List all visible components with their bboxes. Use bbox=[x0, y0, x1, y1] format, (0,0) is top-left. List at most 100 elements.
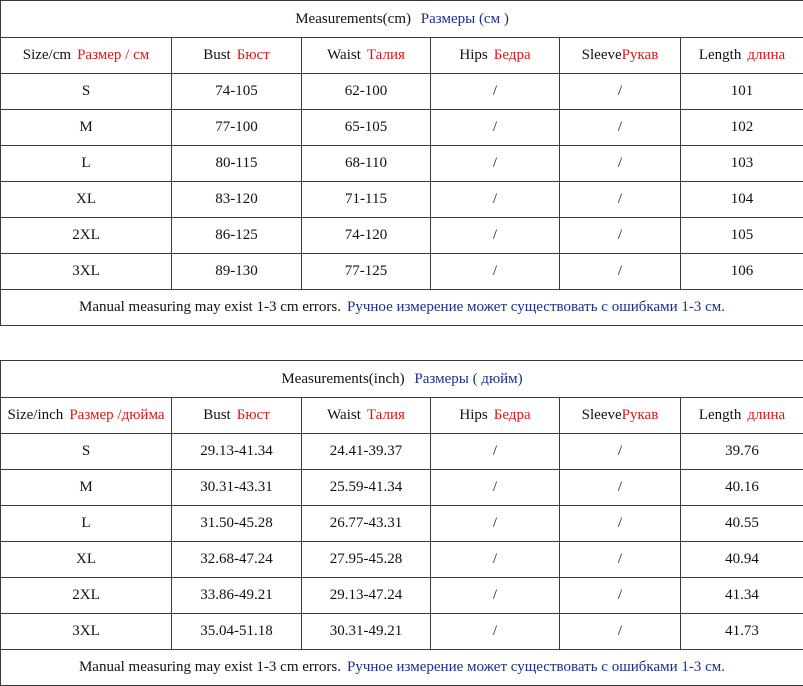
cell-length: 103 bbox=[681, 146, 803, 182]
cell-size: L bbox=[1, 146, 172, 182]
table-row: XL 83-120 71-115 / / 104 bbox=[1, 182, 803, 218]
header-hips: Hips Бедра bbox=[431, 398, 560, 434]
cell-hips: / bbox=[431, 146, 560, 182]
header-sleeve: SleeveРукав bbox=[560, 38, 681, 74]
cell-length: 101 bbox=[681, 74, 803, 110]
cell-sleeve: / bbox=[560, 614, 681, 650]
table-row: M 30.31-43.31 25.59-41.34 / / 40.16 bbox=[1, 470, 803, 506]
table-row: 3XL 89-130 77-125 / / 106 bbox=[1, 254, 803, 290]
header-russian: Талия bbox=[367, 407, 405, 423]
cell-bust: 33.86-49.21 bbox=[172, 578, 302, 614]
note-russian: Ручное измерение может существовать с ош… bbox=[347, 659, 725, 675]
header-english: Waist bbox=[327, 47, 361, 63]
cell-waist: 71-115 bbox=[302, 182, 431, 218]
cell-bust: 83-120 bbox=[172, 182, 302, 218]
cell-hips: / bbox=[431, 218, 560, 254]
header-hips: HipsБедра bbox=[431, 38, 560, 74]
cell-length: 41.73 bbox=[681, 614, 803, 650]
table-row: S 29.13-41.34 24.41-39.37 / / 39.76 bbox=[1, 434, 803, 470]
header-english: Sleeve bbox=[582, 407, 622, 423]
cell-waist: 68-110 bbox=[302, 146, 431, 182]
cell-hips: / bbox=[431, 434, 560, 470]
cell-size: L bbox=[1, 506, 172, 542]
cell-hips: / bbox=[431, 470, 560, 506]
size-table-cm: Measurements(cm) Размеры (см ) Size/cm Ра… bbox=[0, 0, 803, 326]
header-sleeve: SleeveРукав bbox=[560, 398, 681, 434]
header-russian: Размер /дюйма bbox=[69, 407, 164, 423]
cell-hips: / bbox=[431, 578, 560, 614]
cell-sleeve: / bbox=[560, 434, 681, 470]
header-row: Size/inchРазмер /дюйма BustБюст WaistТал… bbox=[1, 398, 803, 434]
cell-size: XL bbox=[1, 182, 172, 218]
cell-size: 3XL bbox=[1, 254, 172, 290]
cell-length: 105 bbox=[681, 218, 803, 254]
measurement-note: Manual measuring may exist 1-3 cm errors… bbox=[1, 650, 803, 686]
cell-sleeve: / bbox=[560, 110, 681, 146]
header-waist: WaistТалия bbox=[302, 398, 431, 434]
title-english: Measurements(inch) bbox=[281, 371, 404, 387]
table-title: Measurements(inch) Размеры ( дюйм) bbox=[1, 361, 803, 398]
table-row: 3XL 35.04-51.18 30.31-49.21 / / 41.73 bbox=[1, 614, 803, 650]
cell-waist: 27.95-45.28 bbox=[302, 542, 431, 578]
header-length: Length длина bbox=[681, 38, 803, 74]
header-russian: Бедра bbox=[494, 47, 531, 63]
cell-sleeve: / bbox=[560, 182, 681, 218]
header-russian: Размер / см bbox=[77, 47, 149, 63]
cell-bust: 80-115 bbox=[172, 146, 302, 182]
cell-size: 2XL bbox=[1, 578, 172, 614]
size-table-inch: Measurements(inch) Размеры ( дюйм) Size/… bbox=[0, 360, 803, 686]
cell-sleeve: / bbox=[560, 74, 681, 110]
cell-length: 41.34 bbox=[681, 578, 803, 614]
table-row: S 74-105 62-100 / / 101 bbox=[1, 74, 803, 110]
cell-length: 40.55 bbox=[681, 506, 803, 542]
cell-waist: 25.59-41.34 bbox=[302, 470, 431, 506]
cell-bust: 86-125 bbox=[172, 218, 302, 254]
note-russian: Ручное измерение может существовать с ош… bbox=[347, 299, 725, 315]
header-english: Bust bbox=[203, 47, 231, 63]
cell-length: 102 bbox=[681, 110, 803, 146]
header-russian: Бедра bbox=[494, 407, 531, 423]
header-russian: Бюст bbox=[237, 47, 270, 63]
cell-sleeve: / bbox=[560, 218, 681, 254]
header-english: Length bbox=[699, 47, 742, 63]
cell-waist: 62-100 bbox=[302, 74, 431, 110]
table-title-row: Measurements(cm) Размеры (см ) bbox=[1, 1, 803, 38]
cell-waist: 30.31-49.21 bbox=[302, 614, 431, 650]
cell-length: 106 bbox=[681, 254, 803, 290]
cell-bust: 74-105 bbox=[172, 74, 302, 110]
header-english: Sleeve bbox=[582, 47, 622, 63]
cell-size: XL bbox=[1, 542, 172, 578]
cell-sleeve: / bbox=[560, 470, 681, 506]
header-bust: BustБюст bbox=[172, 398, 302, 434]
cell-bust: 77-100 bbox=[172, 110, 302, 146]
cell-waist: 26.77-43.31 bbox=[302, 506, 431, 542]
title-russian: Размеры (см ) bbox=[421, 11, 509, 27]
header-russian: Рукав bbox=[622, 407, 659, 423]
cell-bust: 29.13-41.34 bbox=[172, 434, 302, 470]
table-row: XL 32.68-47.24 27.95-45.28 / / 40.94 bbox=[1, 542, 803, 578]
cell-bust: 30.31-43.31 bbox=[172, 470, 302, 506]
measurement-note: Manual measuring may exist 1-3 cm errors… bbox=[1, 290, 803, 326]
table-row: 2XL 86-125 74-120 / / 105 bbox=[1, 218, 803, 254]
header-english: Length bbox=[699, 407, 742, 423]
table-title: Measurements(cm) Размеры (см ) bbox=[1, 1, 803, 38]
cell-length: 40.94 bbox=[681, 542, 803, 578]
cell-waist: 24.41-39.37 bbox=[302, 434, 431, 470]
header-english: Bust bbox=[203, 407, 231, 423]
header-english: Size/cm bbox=[23, 47, 71, 63]
cell-sleeve: / bbox=[560, 542, 681, 578]
cell-waist: 77-125 bbox=[302, 254, 431, 290]
cell-hips: / bbox=[431, 110, 560, 146]
cell-bust: 89-130 bbox=[172, 254, 302, 290]
cell-bust: 31.50-45.28 bbox=[172, 506, 302, 542]
note-row: Manual measuring may exist 1-3 cm errors… bbox=[1, 290, 803, 326]
cell-size: M bbox=[1, 110, 172, 146]
title-russian: Размеры ( дюйм) bbox=[414, 371, 522, 387]
header-russian: длина bbox=[747, 47, 785, 63]
header-english: Hips bbox=[459, 407, 487, 423]
cell-hips: / bbox=[431, 506, 560, 542]
cell-size: M bbox=[1, 470, 172, 506]
note-row: Manual measuring may exist 1-3 cm errors… bbox=[1, 650, 803, 686]
header-russian: длина bbox=[747, 407, 785, 423]
cell-hips: / bbox=[431, 542, 560, 578]
